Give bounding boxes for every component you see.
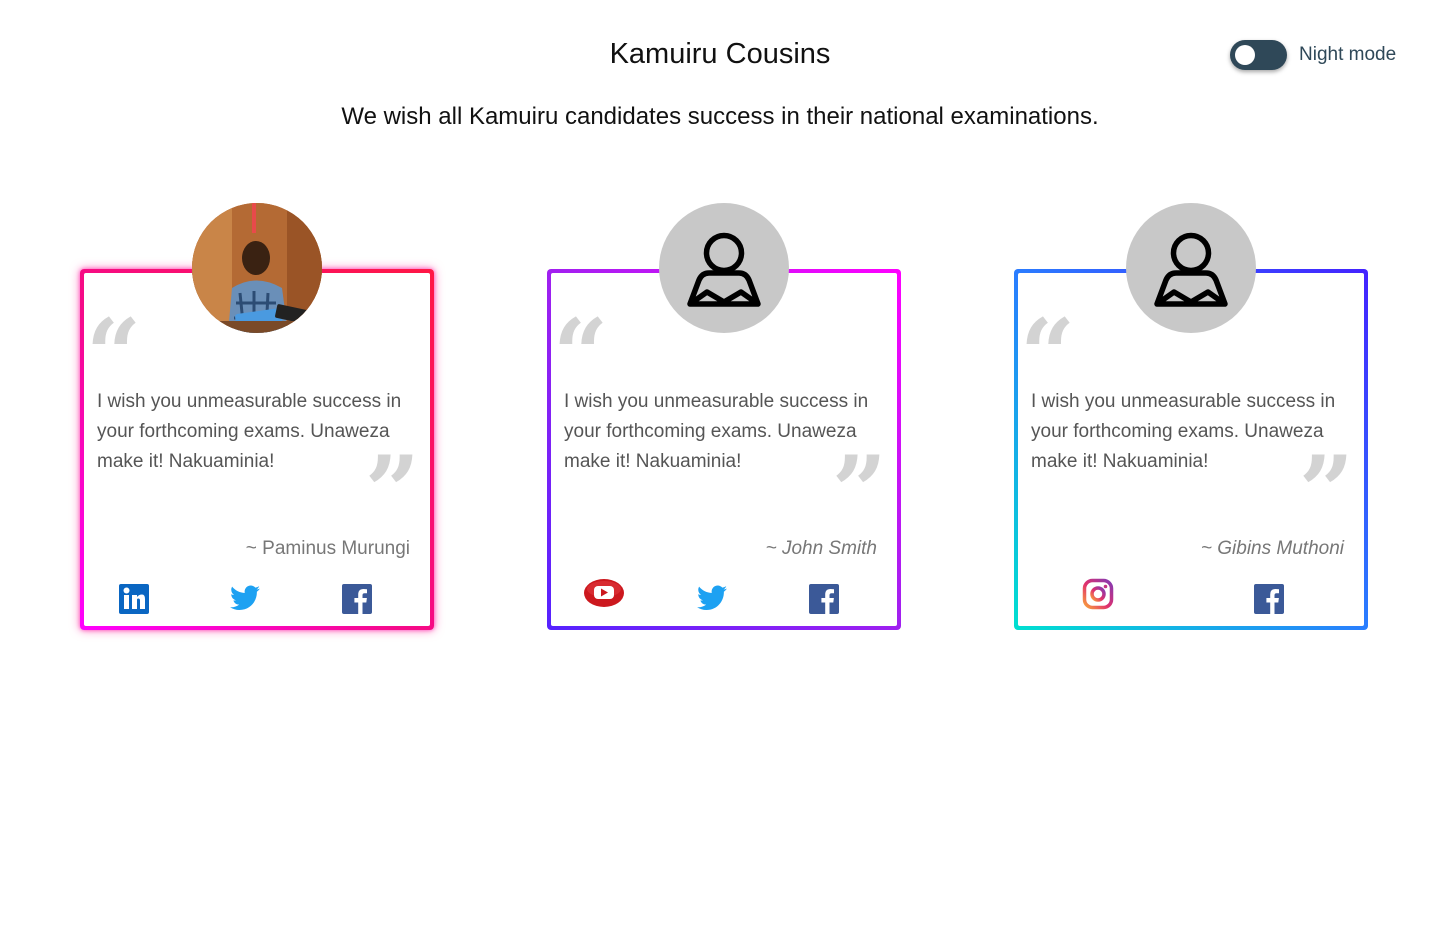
facebook-icon[interactable]	[341, 583, 373, 615]
linkedin-icon[interactable]	[118, 583, 150, 615]
testimonial-author: ~ John Smith	[765, 538, 877, 559]
testimonial-author: ~ Gibins Muthoni	[1200, 538, 1344, 559]
night-mode-toggle[interactable]	[1230, 40, 1287, 70]
testimonial-card: “ I wish you unmeasurable success in you…	[1014, 203, 1368, 630]
facebook-icon[interactable]	[1253, 583, 1285, 615]
social-links	[547, 578, 901, 618]
twitter-icon[interactable]	[697, 584, 727, 612]
social-links	[1014, 578, 1368, 618]
default-user-icon	[1126, 203, 1256, 333]
social-links	[80, 578, 434, 618]
testimonial-card: “ I wish you unmeasurable success in you…	[547, 203, 901, 630]
toggle-knob	[1235, 45, 1255, 65]
instagram-icon[interactable]	[1082, 578, 1114, 610]
close-quote-icon: ”	[364, 435, 420, 548]
facebook-icon[interactable]	[808, 583, 840, 615]
page-subtitle: We wish all Kamuiru candidates success i…	[341, 103, 1099, 130]
close-quote-icon: ”	[831, 435, 887, 548]
profile-photo	[192, 203, 322, 333]
testimonial-card: “ I wish you unmeasurable success in you…	[80, 203, 434, 630]
default-user-icon	[659, 203, 789, 333]
youtube-icon[interactable]	[583, 578, 625, 608]
night-mode-label: Night mode	[1299, 44, 1397, 65]
page-title: Kamuiru Cousins	[609, 38, 831, 70]
testimonial-author: ~ Paminus Murungi	[245, 538, 410, 559]
twitter-icon[interactable]	[230, 584, 260, 612]
night-mode-control: Night mode	[1230, 40, 1396, 70]
close-quote-icon: ”	[1298, 435, 1354, 548]
